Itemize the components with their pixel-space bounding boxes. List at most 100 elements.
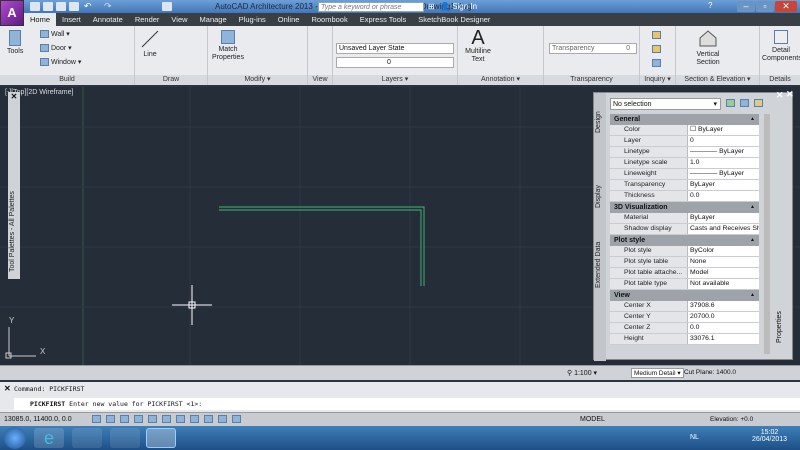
new-icon[interactable] — [30, 2, 40, 11]
layer-state-select[interactable]: Unsaved Layer State — [336, 43, 454, 54]
print-icon[interactable] — [69, 2, 79, 11]
add-icon[interactable] — [726, 99, 735, 107]
property-value[interactable]: ByColor — [688, 246, 759, 256]
list-icon[interactable] — [652, 59, 661, 67]
window-button[interactable]: Window ▾ — [40, 58, 81, 67]
ortho-toggle[interactable] — [134, 415, 143, 423]
tab-online[interactable]: Online — [272, 13, 306, 26]
tab-home[interactable]: Home — [24, 13, 57, 26]
help-icon[interactable]: ? — [708, 1, 712, 10]
osnap-toggle[interactable] — [162, 415, 171, 423]
redo-icon[interactable]: ↷ — [104, 2, 114, 11]
selection-select[interactable]: No selection ▾ — [610, 98, 721, 110]
minimize-button[interactable]: – — [737, 1, 755, 12]
maximize-button[interactable]: ▫ — [756, 1, 774, 12]
detail-components-button[interactable]: Detail Components — [762, 30, 800, 63]
property-row[interactable]: Material ByLayer — [610, 213, 759, 224]
property-row[interactable]: Transparency ByLayer — [610, 180, 759, 191]
close-icon[interactable]: ✕ — [776, 90, 784, 101]
property-value[interactable]: Model — [688, 268, 759, 278]
tab-plugins[interactable]: Plug-ins — [233, 13, 272, 26]
close-icon[interactable]: ✕ — [8, 92, 20, 101]
3d-osnap-toggle[interactable] — [176, 415, 185, 423]
drawing-canvas[interactable]: Y X [-][Top][2D Wireframe] ✕ Tool Palett… — [0, 87, 800, 365]
cut-plane[interactable]: Cut Plane: 1400.0 — [684, 369, 736, 376]
open-icon[interactable] — [43, 2, 53, 11]
tab-manage[interactable]: Manage — [194, 13, 233, 26]
property-value[interactable]: ———— ByLayer — [688, 147, 759, 157]
vertical-section-button[interactable]: Vertical Section — [692, 28, 724, 67]
close-button[interactable]: ✕ — [775, 1, 797, 12]
command-input[interactable]: PICKFIRST Enter new value for PICKFIRST … — [14, 398, 800, 410]
property-value[interactable]: ☐ ByLayer — [688, 125, 759, 135]
scrollbar[interactable] — [764, 114, 770, 354]
tab-view[interactable]: View — [165, 13, 193, 26]
property-row[interactable]: Plot style ByColor — [610, 246, 759, 257]
layer-select[interactable]: 0 — [336, 57, 454, 68]
door-button[interactable]: Door ▾ — [40, 44, 72, 53]
property-value[interactable]: ByLayer — [688, 213, 759, 223]
property-row[interactable]: Plot table type Not available — [610, 279, 759, 290]
language-indicator[interactable]: NL — [690, 434, 699, 441]
annotation-scale[interactable]: ⚲ 1:100 ▾ — [567, 369, 597, 377]
property-value[interactable]: 0.0 — [688, 323, 759, 333]
workspace-icon[interactable] — [162, 2, 172, 11]
grid-toggle[interactable] — [120, 415, 129, 423]
polar-toggle[interactable] — [148, 415, 157, 423]
close-icon[interactable]: ✕ — [4, 384, 11, 393]
close-icon[interactable]: ✕ — [786, 89, 794, 100]
transparency-input[interactable]: Transparency 0 — [549, 43, 637, 54]
tab-express-tools[interactable]: Express Tools — [354, 13, 413, 26]
wall-button[interactable]: Wall ▾ — [40, 30, 70, 39]
tab-sketchbook-designer[interactable]: SketchBook Designer — [412, 13, 496, 26]
property-value[interactable]: Not available — [688, 279, 759, 289]
ducs-toggle[interactable] — [204, 415, 213, 423]
dyn-toggle[interactable] — [218, 415, 227, 423]
snap-toggle[interactable] — [106, 415, 115, 423]
property-row[interactable]: Layer 0 — [610, 136, 759, 147]
property-row[interactable]: Color ☐ ByLayer — [610, 125, 759, 136]
property-row[interactable]: Center X 37908.6 — [610, 301, 759, 312]
area-icon[interactable] — [652, 45, 661, 53]
tab-roombook[interactable]: Roombook — [305, 13, 353, 26]
media-player-icon[interactable] — [110, 428, 140, 448]
property-row[interactable]: Linetype ———— ByLayer — [610, 147, 759, 158]
property-section-header[interactable]: General — [610, 114, 759, 125]
lineweight-toggle[interactable] — [232, 415, 241, 423]
line-button[interactable]: Line — [140, 29, 160, 58]
model-space-button[interactable]: MODEL — [580, 416, 605, 423]
multiline-text-button[interactable]: A Multiline Text — [463, 28, 493, 64]
property-value[interactable]: 20700.0 — [688, 312, 759, 322]
detail-level-select[interactable]: Medium Detail ▾ — [631, 368, 684, 378]
match-properties-button[interactable]: Match Properties — [211, 30, 245, 62]
property-value[interactable]: Casts and Receives Sh... — [688, 224, 759, 234]
undo-icon[interactable]: ↶ — [84, 2, 94, 11]
tool-palette[interactable]: ✕ Tool Palettes - All Palettes — [8, 92, 20, 279]
property-row[interactable]: Lineweight ———— ByLayer — [610, 169, 759, 180]
select-objects-icon[interactable] — [740, 99, 749, 107]
property-value[interactable]: ———— ByLayer — [688, 169, 759, 179]
application-menu-button[interactable]: A — [0, 0, 24, 26]
property-row[interactable]: Center Y 20700.0 — [610, 312, 759, 323]
search-input[interactable]: Type a keyword or phrase — [318, 2, 424, 12]
property-row[interactable]: Thickness 0.0 — [610, 191, 759, 202]
property-value[interactable]: None — [688, 257, 759, 267]
property-value[interactable]: ByLayer — [688, 180, 759, 190]
tab-render[interactable]: Render — [129, 13, 166, 26]
start-button[interactable] — [4, 427, 26, 449]
tab-design[interactable]: Design — [595, 111, 602, 133]
tools-button[interactable]: Tools — [7, 30, 23, 55]
binoculars-icon[interactable]: ⊞ — [428, 2, 435, 11]
property-value[interactable]: 1.0 — [688, 158, 759, 168]
property-section-header[interactable]: View — [610, 290, 759, 301]
tab-display[interactable]: Display — [595, 185, 602, 208]
property-row[interactable]: Plot style table None — [610, 257, 759, 268]
property-value[interactable]: 0.0 — [688, 191, 759, 201]
tab-extended-data[interactable]: Extended Data — [595, 242, 602, 288]
property-row[interactable]: Height 33076.1 — [610, 334, 759, 345]
quick-select-icon[interactable] — [754, 99, 763, 107]
tab-annotate[interactable]: Annotate — [87, 13, 129, 26]
clock[interactable]: 15:02 26/04/2013 — [752, 429, 787, 443]
property-row[interactable]: Shadow display Casts and Receives Sh... — [610, 224, 759, 235]
tab-insert[interactable]: Insert — [56, 13, 87, 26]
